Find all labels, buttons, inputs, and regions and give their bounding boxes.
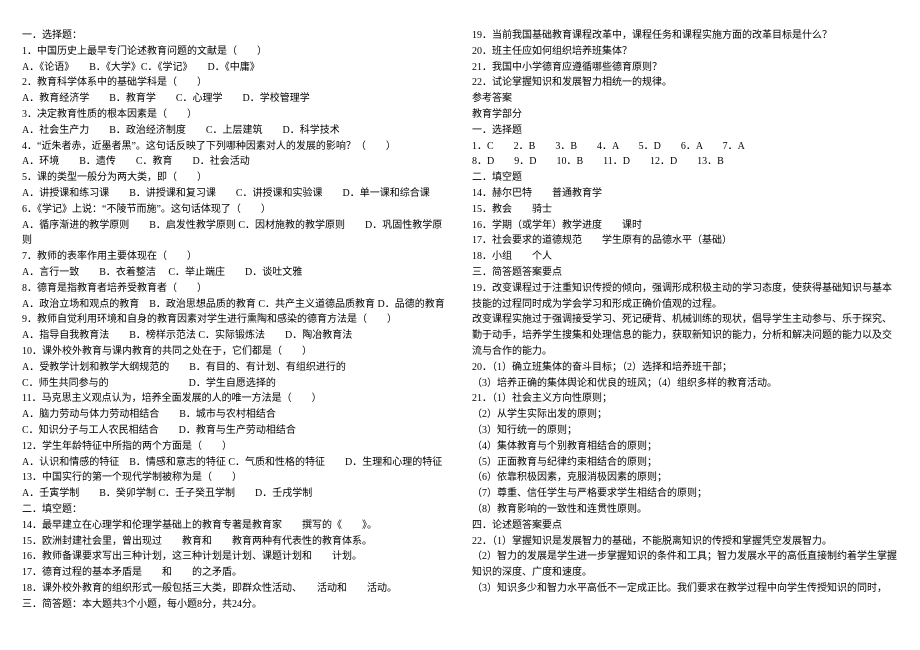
text-line: 8．D 9．D 10．B 11．D 12．D 13．B: [472, 154, 898, 170]
text-line: 17．社会要求的道德规范 学生原有的品德水平（基础）: [472, 233, 898, 249]
text-line: （3）知行统一的原则；: [472, 423, 898, 439]
exam-document: 一．选择题：1．中国历史上最早专门论述教育问题的文献是（ ）A．《论语》 B．《…: [22, 28, 898, 622]
text-line: 一．选择题：: [22, 28, 448, 44]
text-line: （6）依靠积极因素，克服消极因素的原则；: [472, 470, 898, 486]
text-line: 12．学生年龄特征中所指的两个方面是（ ）: [22, 439, 448, 455]
text-line: 三．简答题：本大题共3个小题，每小题8分，共24分。: [22, 597, 448, 613]
text-line: A．《论语》 B．《大学》C．《学记》 D．《中庸》: [22, 60, 448, 76]
text-line: 18．课外校外教育的组织形式一般包括三大类，即群众性活动、 活动和 活动。: [22, 581, 448, 597]
text-line: 21．（1）社会主义方向性原则；: [472, 391, 898, 407]
text-line: 19．改变课程过于注重知识传授的倾向，强调形成积极主动的学习态度，使获得基础知识…: [472, 281, 898, 313]
text-line: 2．教育科学体系中的基础学科是（ ）: [22, 75, 448, 91]
text-line: 改变课程实施过于强调接受学习、死记硬背、机械训练的现状，倡导学生主动参与、乐于探…: [472, 312, 898, 359]
text-line: 教育学部分: [472, 107, 898, 123]
text-line: A．脑力劳动与体力劳动相结合 B．城市与农村相结合: [22, 407, 448, 423]
text-line: （3）知识多少和智力水平高低不一定成正比。我们要求在教学过程中向学生传授知识的同…: [472, 581, 898, 597]
text-line: 1．C 2．B 3．B 4．A 5．D 6．A 7．A: [472, 139, 898, 155]
text-line: 17．德育过程的基本矛盾是 和 的之矛盾。: [22, 565, 448, 581]
text-line: 1．中国历史上最早专门论述教育问题的文献是（ ）: [22, 44, 448, 60]
text-line: （5）正面教育与纪律约束相结合的原则；: [472, 455, 898, 471]
text-line: （4）集体教育与个别教育相结合的原则；: [472, 439, 898, 455]
text-line: 16．学期（或学年）教学进度 课时: [472, 218, 898, 234]
text-line: 14．赫尔巴特 普通教育学: [472, 186, 898, 202]
text-line: 15．欧洲封建社会里，曾出现过 教育和 教育两种有代表性的教育体系。: [22, 534, 448, 550]
text-line: A．教育经济学 B．教育学 C．心理学 D．学校管理学: [22, 91, 448, 107]
text-line: A．讲授课和练习课 B．讲授课和复习课 C．讲授课和实验课 D．单一课和综合课: [22, 186, 448, 202]
text-line: （8）教育影响的一致性和连贯性原则。: [472, 502, 898, 518]
text-line: （3）培养正确的集体舆论和优良的班风；（4）组织多样的教育活动。: [472, 376, 898, 392]
text-line: 4．“近朱者赤，近墨者黑”。这句话反映了下列哪种因素对人的发展的影响？（ ）: [22, 139, 448, 155]
text-line: 14．最早建立在心理学和伦理学基础上的教育专著是教育家 撰写的《 》。: [22, 518, 448, 534]
text-line: A．指导自我教育法 B．榜样示范法 C．实际锻炼法 D．陶冶教育法: [22, 328, 448, 344]
text-line: 二．填空题: [472, 170, 898, 186]
text-line: 8．德育是指教育者培养受教育者（ ）: [22, 281, 448, 297]
text-line: C．知识分子与工人农民相结合 D．教育与生产劳动相结合: [22, 423, 448, 439]
text-line: A．认识和情感的特征 B．情感和意志的特征 C．气质和性格的特征 D．生理和心理…: [22, 455, 448, 471]
text-line: 20．班主任应如何组织培养班集体？: [472, 44, 898, 60]
text-line: 18．小组 个人: [472, 249, 898, 265]
text-line: 13．中国实行的第一个现代学制被称为是（ ）: [22, 470, 448, 486]
text-line: C．师生共同参与的 D．学生自愿选择的: [22, 376, 448, 392]
text-line: 10．课外校外教育与课内教育的共同之处在于，它们都是（ ）: [22, 344, 448, 360]
text-line: 22．（1）掌握知识是发展智力的基础，不能脱离知识的传授和掌握凭空发展智力。: [472, 534, 898, 550]
text-line: A．社会生产力 B．政治经济制度 C．上层建筑 D．科学技术: [22, 123, 448, 139]
text-line: 5．课的类型一般分为两大类，即（ ）: [22, 170, 448, 186]
text-line: A．受教学计划和教学大纲规范的 B．有目的、有计划、有组织进行的: [22, 360, 448, 376]
text-line: 二．填空题：: [22, 502, 448, 518]
text-line: （7）尊重、信任学生与严格要求学生相结合的原则；: [472, 486, 898, 502]
text-line: A．循序渐进的教学原则 B．启发性教学原则 C．因材施教的教学原则 D．巩固性教…: [22, 218, 448, 250]
text-line: 6．《学记》上说：“不陵节而施”。这句话体现了（ ）: [22, 202, 448, 218]
text-line: 16．教师备课要求写出三种计划，这三种计划是计划、课题计划和 计划。: [22, 549, 448, 565]
text-line: 四．论述题答案要点: [472, 518, 898, 534]
text-line: 3．决定教育性质的根本因素是（ ）: [22, 107, 448, 123]
text-line: A．言行一致 B．衣着整洁 C．举止端庄 D．谈吐文雅: [22, 265, 448, 281]
text-line: 20．（1）确立班集体的奋斗目标；（2）选择和培养班干部；: [472, 360, 898, 376]
text-line: （2）从学生实际出发的原则；: [472, 407, 898, 423]
text-line: 三．简答题答案要点: [472, 265, 898, 281]
text-line: （2）智力的发展是学生进一步掌握知识的条件和工具；智力发展水平的高低直接制约着学…: [472, 549, 898, 581]
text-line: 一．选择题: [472, 123, 898, 139]
text-line: 7．教师的表率作用主要体现在（ ）: [22, 249, 448, 265]
text-line: 19．当前我国基础教育课程改革中，课程任务和课程实施方面的改革目标是什么？: [472, 28, 898, 44]
text-line: 9．教师自觉利用环境和自身的教育因素对学生进行熏陶和感染的德育方法是（ ）: [22, 312, 448, 328]
text-line: 11．马克思主义观点认为，培养全面发展的人的唯一方法是（ ）: [22, 391, 448, 407]
text-line: 22．试论掌握知识和发展智力相统一的规律。: [472, 75, 898, 91]
text-line: A．政治立场和观点的教育 B．政治思想品质的教育 C．共产主义道德品质教育 D．…: [22, 297, 448, 313]
text-line: 参考答案: [472, 91, 898, 107]
text-line: 21．我国中小学德育应遵循哪些德育原则？: [472, 60, 898, 76]
text-line: A．壬寅学制 B．癸卯学制 C．壬子癸丑学制 D．壬戌学制: [22, 486, 448, 502]
text-line: A．环境 B．遗传 C．教育 D．社会活动: [22, 154, 448, 170]
text-line: 15．教会 骑士: [472, 202, 898, 218]
